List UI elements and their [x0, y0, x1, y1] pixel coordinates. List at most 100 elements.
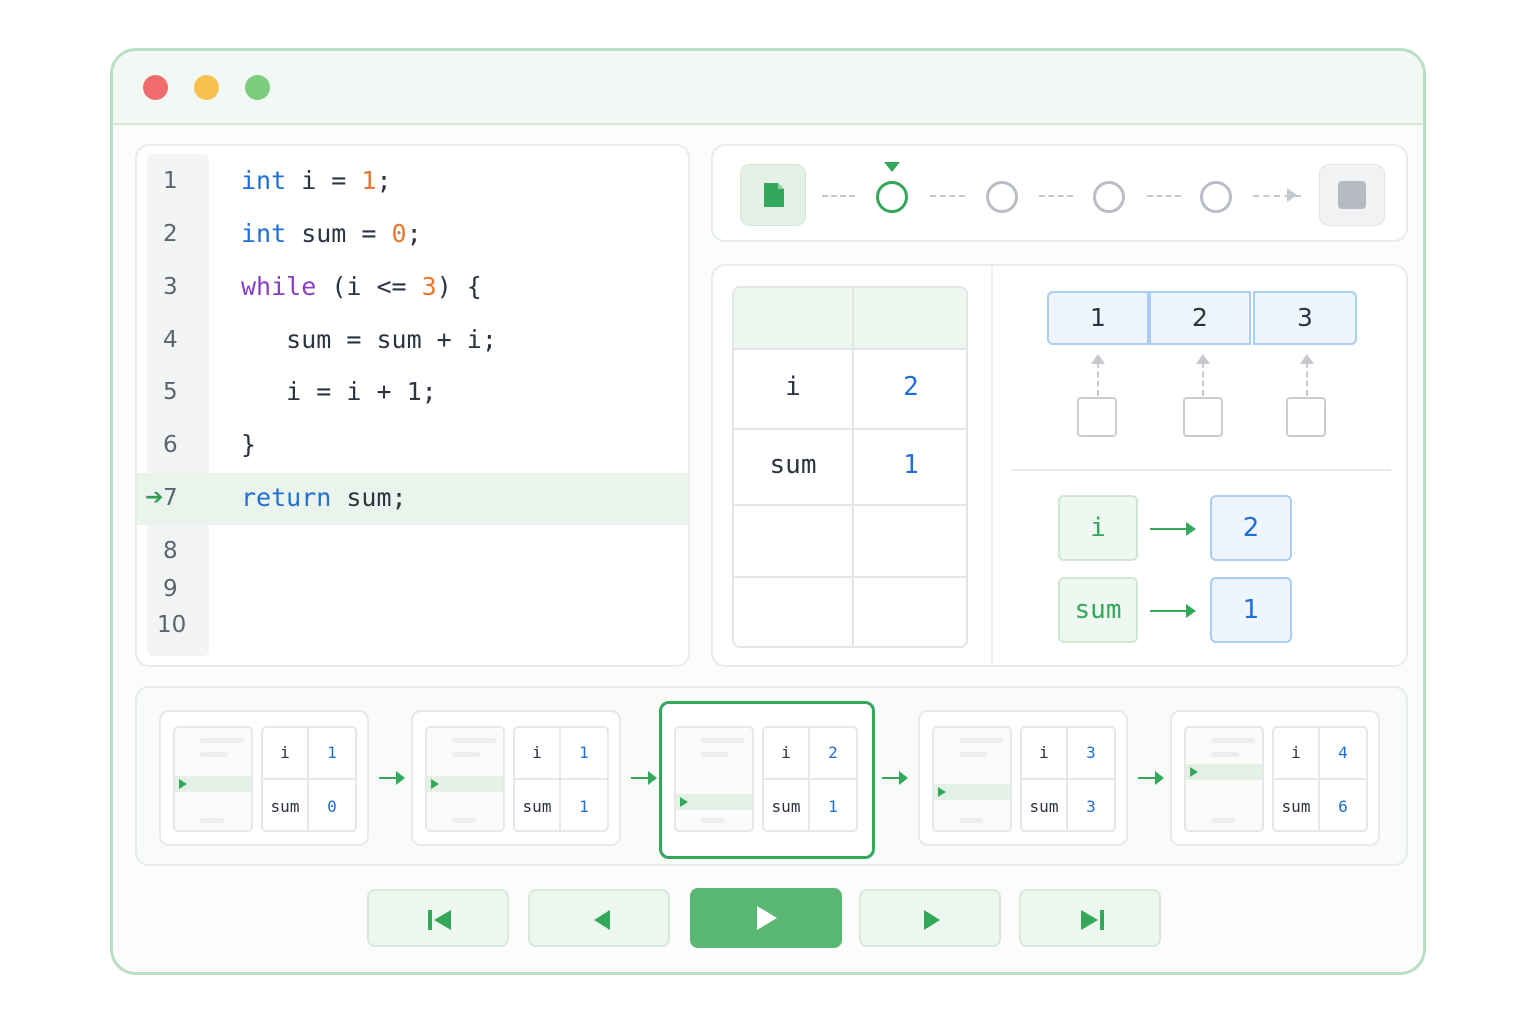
line-number: 4 [163, 327, 178, 353]
code-editor: 1 int i = 1; 2 int sum = 0; 3 while (i <= 3) … [135, 144, 690, 667]
mini-var-name: sum [771, 797, 801, 816]
timeline-snapshot[interactable]: i 1 sum 1 [411, 710, 621, 846]
step-back-icon [594, 910, 610, 930]
step-track [711, 144, 1408, 242]
step-node[interactable] [1093, 181, 1125, 213]
pointer-slot [1183, 397, 1223, 437]
mini-variable-table: i 1 sum 0 [261, 726, 357, 832]
timeline-snapshot[interactable]: i 4 sum 6 [1170, 710, 1380, 846]
binding-value: 2 [1210, 495, 1292, 561]
right-arrow-icon [379, 771, 405, 785]
array-cell: 2 [1149, 291, 1251, 345]
mini-var-name: i [781, 743, 791, 762]
mini-variable-table: i 3 sum 3 [1020, 726, 1116, 832]
timeline-snapshot[interactable]: i 3 sum 3 [918, 710, 1128, 846]
mini-var-value: 1 [327, 743, 337, 762]
mini-var-value: 3 [1086, 743, 1096, 762]
mini-variable-table: i 4 sum 6 [1272, 726, 1368, 832]
mini-code-preview [173, 726, 253, 832]
mini-var-value: 3 [1086, 797, 1096, 816]
title-bar [113, 51, 1423, 125]
code-text: while (i <= 3) { [241, 272, 482, 301]
last-step-button[interactable] [1019, 889, 1161, 947]
code-line: 2 int sum = 0; [137, 209, 688, 261]
mini-variable-table: i 2 sum 1 [762, 726, 858, 832]
mini-var-name: sum [1029, 797, 1059, 816]
end-step-button[interactable] [1319, 164, 1385, 226]
mini-variable-table: i 1 sum 1 [513, 726, 609, 832]
play-icon [757, 906, 777, 930]
mini-var-value: 1 [579, 797, 589, 816]
table-row: sum 1 [734, 428, 966, 506]
variables-table: i 2 sum 1 [732, 286, 968, 648]
line-number: 9 [163, 576, 178, 602]
mini-var-value: 2 [828, 743, 838, 762]
line-number: 2 [163, 221, 178, 247]
right-arrow-icon [1150, 522, 1196, 536]
code-line: ➔ 7 return sum; [137, 473, 688, 525]
code-token: 0 [391, 219, 407, 248]
mini-code-preview [932, 726, 1012, 832]
var-name: sum [769, 450, 817, 480]
step-node[interactable] [986, 181, 1018, 213]
step-node[interactable] [1200, 181, 1232, 213]
pointer-slot [1286, 397, 1326, 437]
timeline-snapshot[interactable]: i 2 sum 1 [659, 701, 875, 859]
play-button[interactable] [690, 888, 842, 948]
skip-back-icon [428, 910, 451, 930]
file-icon [764, 183, 784, 207]
timeline-snapshot[interactable]: i 1 sum 0 [159, 710, 369, 846]
current-line-arrow-icon: ➔ [145, 485, 164, 510]
minimize-window-button[interactable] [194, 75, 219, 100]
code-line: 4 sum = sum + i; [137, 315, 688, 367]
var-name: i [785, 372, 801, 402]
code-token: sum = sum + i; [241, 325, 497, 354]
right-arrow-icon [1150, 604, 1196, 618]
mini-var-name: i [1291, 743, 1301, 762]
mini-var-value: 6 [1338, 797, 1348, 816]
right-arrow-icon [1138, 771, 1164, 785]
arrow-head-icon [1287, 188, 1297, 202]
mini-play-icon [179, 779, 187, 789]
code-text: return sum; [241, 483, 407, 512]
step-node[interactable] [876, 181, 908, 213]
right-arrow-icon [882, 771, 908, 785]
code-token: ; [406, 219, 422, 248]
code-text: int sum = 0; [241, 219, 422, 248]
code-token: 1 [361, 166, 377, 195]
code-token: while [241, 272, 317, 301]
close-window-button[interactable] [143, 75, 168, 100]
mini-var-value: 0 [327, 797, 337, 816]
start-step-button[interactable] [740, 164, 806, 226]
skip-forward-icon [1081, 910, 1104, 930]
mini-var-value: 1 [828, 797, 838, 816]
array-cell: 3 [1253, 291, 1357, 345]
mini-code-preview [425, 726, 505, 832]
code-line: 5 i = i + 1; [137, 367, 688, 419]
maximize-window-button[interactable] [245, 75, 270, 100]
code-line: 10 [137, 600, 688, 652]
code-token: ; [376, 166, 392, 195]
current-step-marker-icon [884, 162, 900, 172]
binding-value: 1 [1210, 577, 1292, 643]
code-line: 6} [137, 420, 688, 472]
step-forward-icon [924, 910, 940, 930]
var-value: 1 [903, 450, 919, 480]
code-token: 3 [421, 272, 437, 301]
code-line: 3 while (i <= 3) { [137, 262, 688, 314]
mini-var-name: sum [1281, 797, 1311, 816]
visualizer-window: 1 int i = 1; 2 int sum = 0; 3 while (i <= 3) … [110, 48, 1426, 975]
mini-var-value: 1 [579, 743, 589, 762]
code-token: ) { [436, 272, 482, 301]
previous-step-button[interactable] [528, 889, 670, 947]
code-token: int [241, 219, 287, 248]
line-number: 6 [163, 432, 178, 458]
array-cell: 1 [1047, 291, 1149, 345]
mini-play-icon [680, 797, 688, 807]
line-number: 1 [163, 168, 178, 194]
code-token: i = [286, 166, 362, 195]
first-step-button[interactable] [367, 889, 509, 947]
mini-var-value: 4 [1338, 743, 1348, 762]
mini-var-name: sum [270, 797, 300, 816]
next-step-button[interactable] [859, 889, 1001, 947]
